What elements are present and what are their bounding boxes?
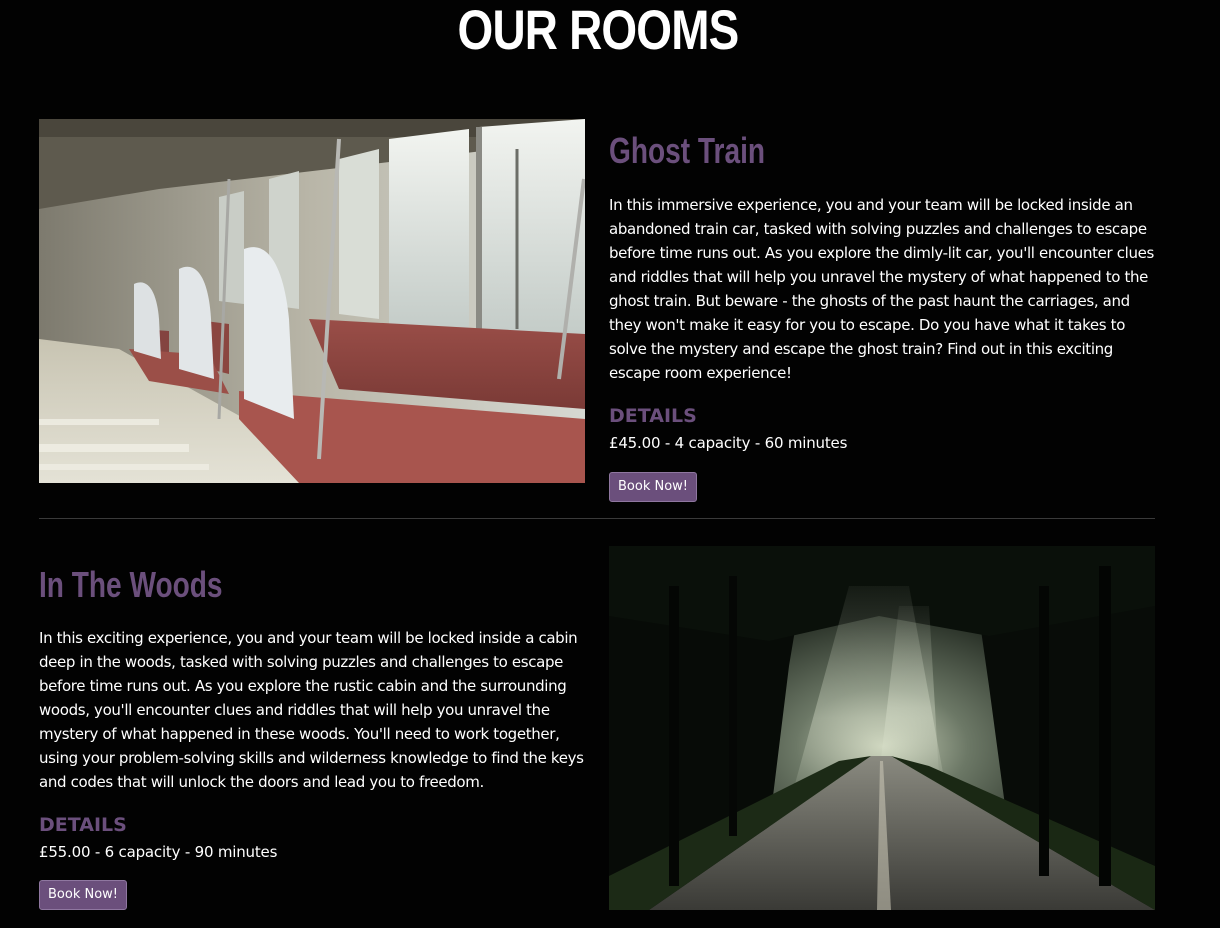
book-now-button-in-the-woods[interactable]: Book Now! xyxy=(39,880,128,910)
room-description-ghost-train: In this immersive experience, you and yo… xyxy=(609,196,1154,382)
rooms-page: OUR ROOMS Ghost Train In this immersive … xyxy=(0,0,1220,928)
details-in-the-woods: £55.00 - 6 capacity - 90 minutes xyxy=(39,843,278,861)
room-name-ghost-train: Ghost Train xyxy=(609,130,766,171)
details-ghost-train: £45.00 - 4 capacity - 60 minutes xyxy=(609,434,848,452)
room-description-in-the-woods: In this exciting experience, you and you… xyxy=(39,629,584,791)
details-heading-in-the-woods: DETAILS xyxy=(39,814,127,836)
in-the-woods-image xyxy=(609,546,1155,910)
details-heading-ghost-train: DETAILS xyxy=(609,405,697,427)
room-name-in-the-woods: In The Woods xyxy=(39,564,223,605)
book-now-button-ghost-train[interactable]: Book Now! xyxy=(609,472,698,502)
page-title: OUR ROOMS xyxy=(457,0,740,61)
room-divider xyxy=(39,518,1155,519)
ghost-train-image xyxy=(39,119,585,483)
